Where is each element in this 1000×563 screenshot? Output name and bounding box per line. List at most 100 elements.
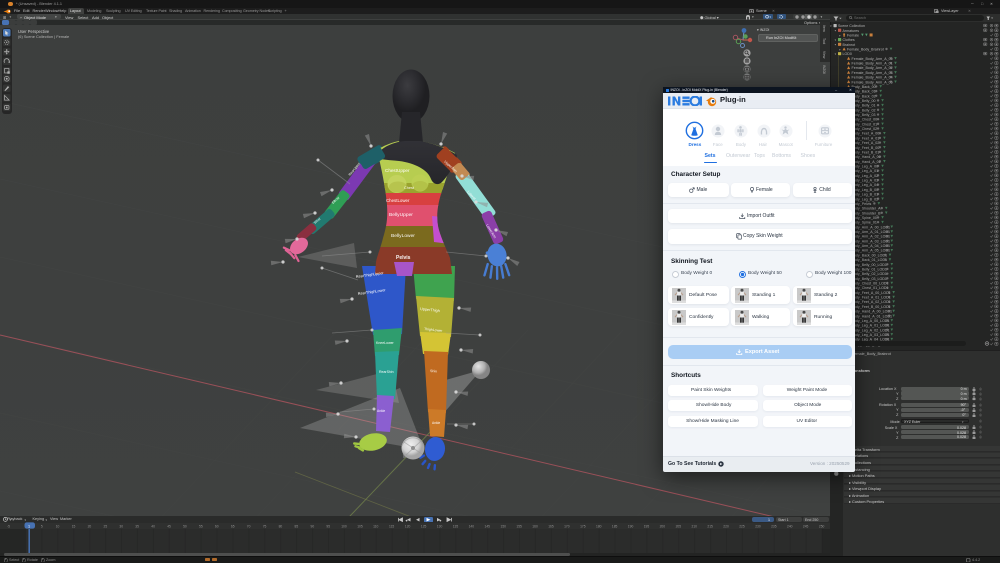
svg-text:85: 85 (295, 524, 299, 528)
svg-text:10: 10 (56, 524, 60, 528)
svg-text:Body_Belly_01: Body_Belly_01 (852, 103, 876, 107)
svg-text:90: 90 (311, 524, 315, 528)
svg-text:Body_Arm_A_05_LOD1: Body_Arm_A_05_LOD1 (852, 249, 891, 253)
svg-text:Scene Collection: Scene Collection (838, 24, 865, 28)
svg-text:205: 205 (676, 524, 682, 528)
svg-text:135: 135 (453, 524, 459, 528)
svg-text:220: 220 (723, 524, 729, 528)
svg-text:Body_Chest_02: Body_Chest_02 (852, 127, 878, 131)
svg-text:Body_Feet_A_02_LOD1: Body_Feet_A_02_LOD1 (852, 300, 891, 304)
svg-text:Body_Feet_B_00: Body_Feet_B_00 (852, 146, 880, 150)
svg-text:190: 190 (628, 524, 634, 528)
svg-text:Body_Leg_B_00: Body_Leg_B_00 (852, 188, 879, 192)
svg-text:200: 200 (660, 524, 666, 528)
svg-text:Body_Leg_B_02: Body_Leg_B_02 (852, 197, 879, 201)
svg-text:210: 210 (692, 524, 698, 528)
svg-text:Body_Leg_A_02: Body_Leg_A_02 (852, 174, 879, 178)
svg-text:100: 100 (341, 524, 347, 528)
svg-text:130: 130 (437, 524, 443, 528)
svg-text:30: 30 (119, 524, 123, 528)
svg-text:KneeLower: KneeLower (376, 341, 395, 345)
svg-text:Body_Feet_A_00_LOD1: Body_Feet_A_00_LOD1 (852, 291, 891, 295)
svg-text:40: 40 (151, 524, 155, 528)
svg-text:35: 35 (135, 524, 139, 528)
svg-text:225: 225 (739, 524, 745, 528)
svg-text:70: 70 (247, 524, 251, 528)
svg-text:Body_Arm_A_00_LOD1: Body_Arm_A_00_LOD1 (852, 225, 891, 229)
svg-text:160: 160 (532, 524, 538, 528)
svg-text:5: 5 (41, 524, 43, 528)
svg-text:80: 80 (279, 524, 283, 528)
svg-text:Body_Leg_A_01_LOD1: Body_Leg_A_01_LOD1 (852, 323, 890, 327)
svg-text:Body_Belly_02: Body_Belly_02 (852, 108, 876, 112)
svg-text:Pelvis: Pelvis (396, 255, 411, 261)
svg-text:▾: ▾ (830, 24, 832, 28)
svg-text:185: 185 (612, 524, 618, 528)
svg-text:Female_Body_Brainrot: Female_Body_Brainrot (847, 47, 884, 51)
svg-text:Body_Spine_00: Body_Spine_00 (852, 216, 877, 220)
svg-text:165: 165 (548, 524, 554, 528)
svg-text:115: 115 (389, 524, 394, 528)
svg-text:Body_Leg_A_03: Body_Leg_A_03 (852, 178, 879, 182)
svg-text:Body_Hand_A_01_LOD1: Body_Hand_A_01_LOD1 (852, 314, 893, 318)
svg-text:Ankle: Ankle (432, 421, 440, 425)
svg-text:50: 50 (183, 524, 187, 528)
svg-text:Shin: Shin (430, 369, 437, 373)
svg-text:Body_Belly_03: Body_Belly_03 (852, 113, 876, 117)
svg-text:Female_Body_Arm_A_05: Female_Body_Arm_A_05 (852, 80, 893, 84)
svg-text:Ankle: Ankle (377, 409, 385, 413)
svg-text:BellyUpper: BellyUpper (389, 212, 413, 218)
svg-text:Body_Chest_01: Body_Chest_01 (852, 122, 878, 126)
svg-text:195: 195 (644, 524, 650, 528)
svg-text:Body_Feet_A_01: Body_Feet_A_01 (852, 136, 880, 140)
svg-text:1: 1 (28, 524, 30, 528)
svg-text:Brainrot: Brainrot (843, 43, 856, 47)
svg-text:Female_Body_Arm_A_03: Female_Body_Arm_A_03 (852, 71, 893, 75)
svg-text:RearShin: RearShin (379, 370, 394, 374)
svg-text:250: 250 (819, 524, 825, 528)
svg-text:Female_Body_Arm_A_02: Female_Body_Arm_A_02 (852, 66, 893, 70)
svg-text:Body_Back_01: Body_Back_01 (852, 89, 876, 93)
svg-text:245: 245 (803, 524, 809, 528)
svg-text:215: 215 (707, 524, 713, 528)
svg-text:BellyLower: BellyLower (391, 233, 415, 239)
svg-text:Body_Leg_A_02_LOD1: Body_Leg_A_02_LOD1 (852, 328, 890, 332)
svg-text:75: 75 (263, 524, 267, 528)
svg-text:180: 180 (596, 524, 602, 528)
svg-text:Body_Leg_A_03_LOD1: Body_Leg_A_03_LOD1 (852, 333, 890, 337)
svg-text:Body_Arm_A_03_LOD1: Body_Arm_A_03_LOD1 (852, 239, 891, 243)
svg-text:-5: -5 (7, 524, 10, 528)
svg-text:Body_Feet_A_02: Body_Feet_A_02 (852, 141, 880, 145)
svg-text:Body_Leg_A_01: Body_Leg_A_01 (852, 169, 879, 173)
svg-text:Body_Hand_A_00_LOD1: Body_Hand_A_00_LOD1 (852, 309, 893, 313)
svg-text:Female_Body_Arm_A_04: Female_Body_Arm_A_04 (852, 75, 893, 79)
svg-text:230: 230 (755, 524, 761, 528)
svg-text:Body_Back_00_LOD1: Body_Back_00_LOD1 (852, 253, 888, 257)
svg-text:Body_Chest_01_LOD1: Body_Chest_01_LOD1 (852, 286, 889, 290)
svg-text:Body_Belly_00_LOD1: Body_Belly_00_LOD1 (852, 263, 887, 267)
svg-text:▾: ▾ (835, 28, 837, 32)
svg-text:Body_Feet_A_01_LOD1: Body_Feet_A_01_LOD1 (852, 295, 891, 299)
svg-text:Body_Feet_B_00_LOD1: Body_Feet_B_00_LOD1 (852, 305, 891, 309)
svg-text:Chest: Chest (404, 186, 415, 190)
svg-text:Body_Shoulder_B: Body_Shoulder_B (852, 211, 882, 215)
svg-text:110: 110 (373, 524, 378, 528)
svg-text:▸: ▸ (839, 33, 841, 37)
svg-text:Body_Feet_A_00: Body_Feet_A_00 (852, 132, 880, 136)
svg-text:140: 140 (469, 524, 475, 528)
svg-text:Female: Female (847, 33, 859, 37)
svg-text:▾: ▾ (835, 52, 837, 56)
svg-text:Body_Arm_A_01_LOD1: Body_Arm_A_01_LOD1 (852, 230, 891, 234)
svg-text:95: 95 (326, 524, 330, 528)
svg-text:Body_Back_01_LOD1: Body_Back_01_LOD1 (852, 258, 888, 262)
svg-text:45: 45 (167, 524, 171, 528)
svg-text:175: 175 (580, 524, 586, 528)
svg-text:ChestLower: ChestLower (386, 198, 410, 203)
svg-text:Body_Belly_03_LOD1: Body_Belly_03_LOD1 (852, 277, 887, 281)
svg-text:Armatures: Armatures (843, 29, 860, 33)
svg-text:Body_Back_00: Body_Back_00 (852, 85, 876, 89)
svg-text:65: 65 (231, 524, 235, 528)
svg-text:120: 120 (405, 524, 411, 528)
svg-text:105: 105 (357, 524, 363, 528)
svg-text:Body_Hand_A_00: Body_Hand_A_00 (852, 155, 881, 159)
